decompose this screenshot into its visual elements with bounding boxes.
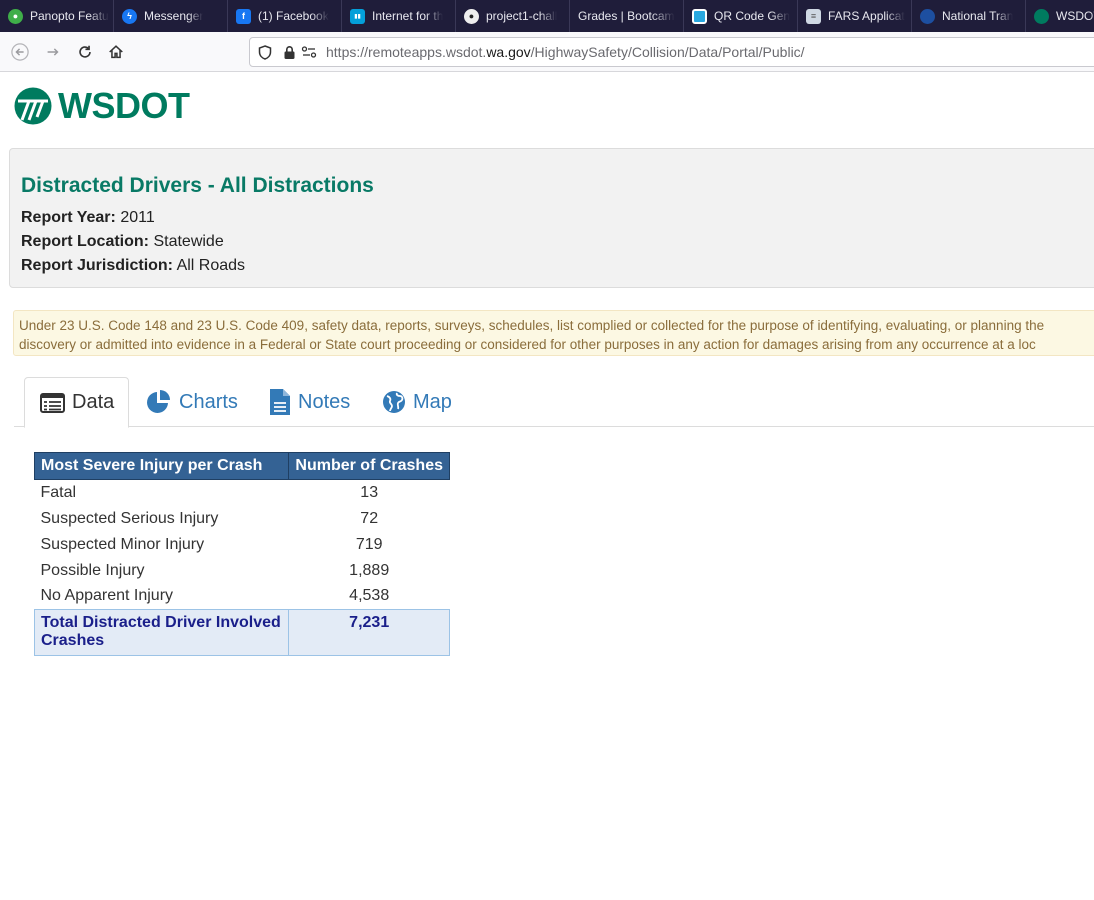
column-header-crashes[interactable]: Number of Crashes bbox=[288, 452, 450, 480]
table-total-row: Total Distracted Driver Involved Crashes… bbox=[33, 609, 450, 656]
report-header-panel: Distracted Drivers - All Distractions Re… bbox=[9, 148, 1094, 288]
tab-data-label: Data bbox=[72, 391, 115, 413]
report-location-value: Statewide bbox=[153, 233, 224, 250]
table-header-row: Most Severe Injury per Crash Number of C… bbox=[33, 452, 450, 480]
lock-icon[interactable] bbox=[280, 43, 298, 61]
table-row: No Apparent Injury 4,538 bbox=[35, 584, 450, 610]
table-icon bbox=[40, 392, 65, 413]
report-location-label: Report Location: bbox=[21, 233, 149, 250]
injury-crash-table: Most Severe Injury per Crash Number of C… bbox=[33, 452, 450, 656]
row-label: Fatal bbox=[40, 483, 77, 501]
report-year-row: Report Year: 2011 bbox=[21, 209, 155, 227]
wsdot-icon bbox=[1034, 8, 1049, 24]
browser-tab-label: FARS Applicat bbox=[828, 9, 905, 23]
report-year-value: 2011 bbox=[120, 209, 155, 226]
shield-icon[interactable] bbox=[256, 43, 274, 61]
messenger-icon: ϟ bbox=[122, 8, 137, 24]
url-prefix: https://remoteapps.wsdot. bbox=[326, 44, 487, 60]
browser-nav-bar: https://remoteapps.wsdot.wa.gov/HighwayS… bbox=[0, 32, 1094, 72]
globe-icon bbox=[383, 391, 405, 413]
home-icon bbox=[109, 45, 123, 59]
report-location-row: Report Location: Statewide bbox=[21, 233, 224, 251]
facebook-icon: f bbox=[236, 8, 251, 24]
browser-tab-github[interactable]: ● project1-chall bbox=[456, 0, 570, 32]
tab-map-label: Map bbox=[413, 390, 452, 413]
legal-disclaimer: Under 23 U.S. Code 148 and 23 U.S. Code … bbox=[13, 310, 1094, 356]
report-jurisdiction-row: Report Jurisdiction: All Roads bbox=[21, 257, 245, 275]
row-label: No Apparent Injury bbox=[40, 587, 174, 605]
table-row: Possible Injury 1,889 bbox=[35, 558, 450, 584]
cisco-icon: ▮▮ bbox=[350, 8, 365, 24]
forward-button[interactable] bbox=[40, 39, 66, 65]
logo-wordmark: WSDOT bbox=[58, 85, 190, 126]
report-title: Distracted Drivers - All Distractions bbox=[21, 174, 374, 197]
browser-tab-label: Internet for th bbox=[372, 9, 444, 23]
tab-charts-label: Charts bbox=[179, 390, 238, 413]
tab-data[interactable]: Data bbox=[24, 377, 129, 428]
document-icon bbox=[270, 389, 290, 415]
browser-tab-label: project1-chall bbox=[486, 9, 558, 23]
nhtsa-icon bbox=[920, 8, 935, 24]
report-year-label: Report Year: bbox=[21, 209, 116, 226]
tab-notes[interactable]: Notes bbox=[269, 377, 350, 427]
browser-tab-strip: ● Panopto Featu ϟ Messenger f (1) Facebo… bbox=[0, 0, 1094, 32]
browser-tab-label: National Tran bbox=[942, 9, 1014, 23]
browser-tab-messenger[interactable]: ϟ Messenger bbox=[114, 0, 228, 32]
browser-tab-label: Messenger bbox=[144, 9, 204, 23]
url-path: /HighwaySafety/Collision/Data/Portal/Pub… bbox=[530, 44, 805, 60]
document-icon: ≡ bbox=[806, 8, 821, 24]
panopto-icon: ● bbox=[8, 8, 23, 24]
tab-charts[interactable]: Charts bbox=[146, 377, 238, 427]
github-icon: ● bbox=[464, 8, 479, 24]
row-value: 719 bbox=[355, 535, 383, 553]
report-jurisdiction-value: All Roads bbox=[176, 257, 246, 274]
browser-tab-label: Grades | Bootcam bbox=[578, 9, 675, 23]
back-arrow-icon bbox=[11, 43, 29, 61]
permissions-icon[interactable] bbox=[300, 43, 318, 61]
row-label: Suspected Serious Injury bbox=[40, 509, 219, 527]
pie-chart-icon bbox=[147, 390, 170, 413]
browser-tab-panopto[interactable]: ● Panopto Featu bbox=[0, 0, 114, 32]
reload-button[interactable] bbox=[72, 39, 98, 65]
browser-tab-qr[interactable]: QR Code Gen bbox=[684, 0, 798, 32]
tab-map[interactable]: Map bbox=[382, 377, 452, 427]
row-label: Suspected Minor Injury bbox=[40, 535, 205, 553]
row-value: 4,538 bbox=[349, 587, 390, 605]
disclaimer-line-1: Under 23 U.S. Code 148 and 23 U.S. Code … bbox=[19, 318, 1045, 333]
wsdot-logo[interactable]: WSDOT bbox=[14, 85, 190, 126]
browser-tab-label: QR Code Gen bbox=[714, 9, 791, 23]
url-domain: wa.gov bbox=[486, 44, 531, 60]
table-row: Fatal 13 bbox=[35, 480, 450, 506]
url-text[interactable]: https://remoteapps.wsdot.wa.gov/HighwayS… bbox=[326, 44, 805, 60]
address-bar[interactable]: https://remoteapps.wsdot.wa.gov/HighwayS… bbox=[249, 37, 1094, 67]
browser-tab-internet[interactable]: ▮▮ Internet for th bbox=[342, 0, 456, 32]
browser-tab-wsdot[interactable]: WSDOT bbox=[1026, 0, 1094, 32]
row-value: 72 bbox=[360, 509, 379, 527]
browser-tab-label: Panopto Featu bbox=[30, 9, 109, 23]
browser-tab-fars[interactable]: ≡ FARS Applicat bbox=[798, 0, 912, 32]
table-row: Suspected Minor Injury 719 bbox=[35, 532, 450, 558]
browser-tab-label: WSDOT bbox=[1056, 9, 1094, 23]
forward-arrow-icon bbox=[47, 48, 59, 56]
tab-notes-label: Notes bbox=[298, 390, 351, 413]
row-label: Possible Injury bbox=[40, 561, 145, 579]
browser-tab-nhtsa[interactable]: National Tran bbox=[912, 0, 1026, 32]
wsdot-logo-icon bbox=[14, 87, 52, 125]
report-jurisdiction-label: Report Jurisdiction: bbox=[21, 257, 174, 274]
total-value: 7,231 bbox=[288, 609, 450, 656]
column-header-injury[interactable]: Most Severe Injury per Crash bbox=[33, 452, 290, 480]
browser-tab-grades[interactable]: Grades | Bootcam bbox=[570, 0, 684, 32]
row-value: 1,889 bbox=[349, 561, 390, 579]
browser-tab-label: (1) Facebook bbox=[258, 9, 329, 23]
total-label: Total Distracted Driver Involved Crashes bbox=[33, 609, 290, 656]
reload-icon bbox=[79, 45, 91, 58]
home-button[interactable] bbox=[103, 39, 129, 65]
table-row: Suspected Serious Injury 72 bbox=[35, 506, 450, 532]
report-tabs: Data Charts Notes Map bbox=[14, 377, 1094, 428]
disclaimer-line-2: discovery or admitted into evidence in a… bbox=[19, 337, 1036, 352]
qr-code-icon bbox=[692, 8, 707, 24]
row-value: 13 bbox=[360, 483, 379, 501]
browser-tab-facebook[interactable]: f (1) Facebook bbox=[228, 0, 342, 32]
back-button[interactable] bbox=[7, 39, 33, 65]
